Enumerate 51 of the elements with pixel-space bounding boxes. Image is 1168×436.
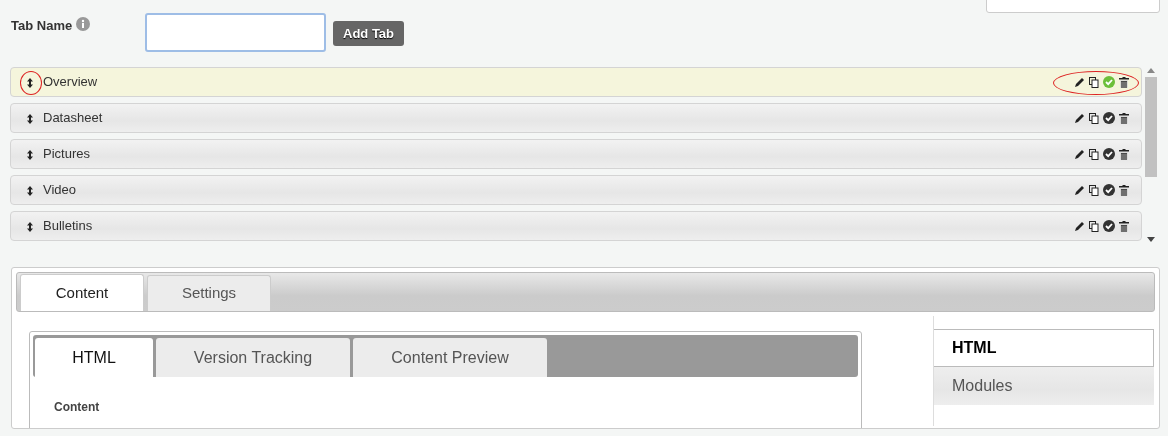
tab-name-label: Tab Name	[11, 17, 73, 35]
tab-name-field[interactable]	[145, 13, 326, 52]
editor-tab[interactable]: Settings	[147, 275, 271, 311]
drag-handle-icon[interactable]	[27, 185, 33, 196]
tab-row-label: Bulletins	[43, 217, 93, 236]
tab-row[interactable]: Pictures	[10, 139, 1142, 169]
trash-icon[interactable]	[1119, 148, 1129, 160]
check-icon[interactable]	[1103, 184, 1115, 196]
copy-icon[interactable]	[1089, 76, 1099, 88]
tab-row[interactable]: Video	[10, 175, 1142, 205]
tab-row-label: Video	[43, 181, 76, 200]
scroll-up-icon[interactable]	[1147, 67, 1155, 73]
check-icon[interactable]	[1103, 220, 1115, 232]
tab-row-label: Overview	[43, 73, 98, 92]
editor-subtab[interactable]: HTML	[35, 338, 153, 377]
scrollbar[interactable]	[1144, 67, 1158, 243]
trash-icon[interactable]	[1119, 76, 1129, 88]
editor-subtab[interactable]: Content Preview	[353, 338, 547, 377]
side-tab[interactable]: Modules	[934, 367, 1154, 405]
scrollbar-thumb[interactable]	[1145, 77, 1157, 177]
check-icon[interactable]	[1103, 112, 1115, 124]
edit-icon[interactable]	[1074, 112, 1085, 124]
content-label: Content	[54, 400, 100, 414]
edit-icon[interactable]	[1074, 76, 1085, 88]
add-tab-button[interactable]: Add Tab	[333, 21, 405, 46]
trash-icon[interactable]	[1119, 220, 1129, 232]
editor-subtab[interactable]: Version Tracking	[156, 338, 350, 377]
side-tab[interactable]: HTML	[934, 329, 1154, 367]
trash-icon[interactable]	[1119, 112, 1129, 124]
drag-handle-icon[interactable]	[27, 77, 33, 88]
check-icon[interactable]	[1103, 148, 1115, 160]
tab-row-label: Datasheet	[43, 109, 103, 128]
drag-handle-icon[interactable]	[27, 113, 33, 124]
edit-icon[interactable]	[1074, 148, 1085, 160]
tab-row[interactable]: Datasheet	[10, 103, 1142, 133]
check-icon[interactable]	[1103, 76, 1115, 88]
tab-row[interactable]: Overview	[10, 67, 1142, 97]
scroll-down-icon[interactable]	[1147, 237, 1155, 243]
drag-handle-icon[interactable]	[27, 149, 33, 160]
tab-row[interactable]: Bulletins	[10, 211, 1142, 241]
trash-icon[interactable]	[1119, 184, 1129, 196]
tab-row-label: Pictures	[43, 145, 90, 164]
edit-icon[interactable]	[1074, 184, 1085, 196]
drag-handle-icon[interactable]	[27, 221, 33, 232]
copy-icon[interactable]	[1089, 220, 1099, 232]
copy-icon[interactable]	[1089, 148, 1099, 160]
copy-icon[interactable]	[1089, 112, 1099, 124]
edit-icon[interactable]	[1074, 220, 1085, 232]
info-icon	[76, 17, 91, 31]
editor-tab[interactable]: Content	[20, 274, 144, 311]
copy-icon[interactable]	[1089, 184, 1099, 196]
